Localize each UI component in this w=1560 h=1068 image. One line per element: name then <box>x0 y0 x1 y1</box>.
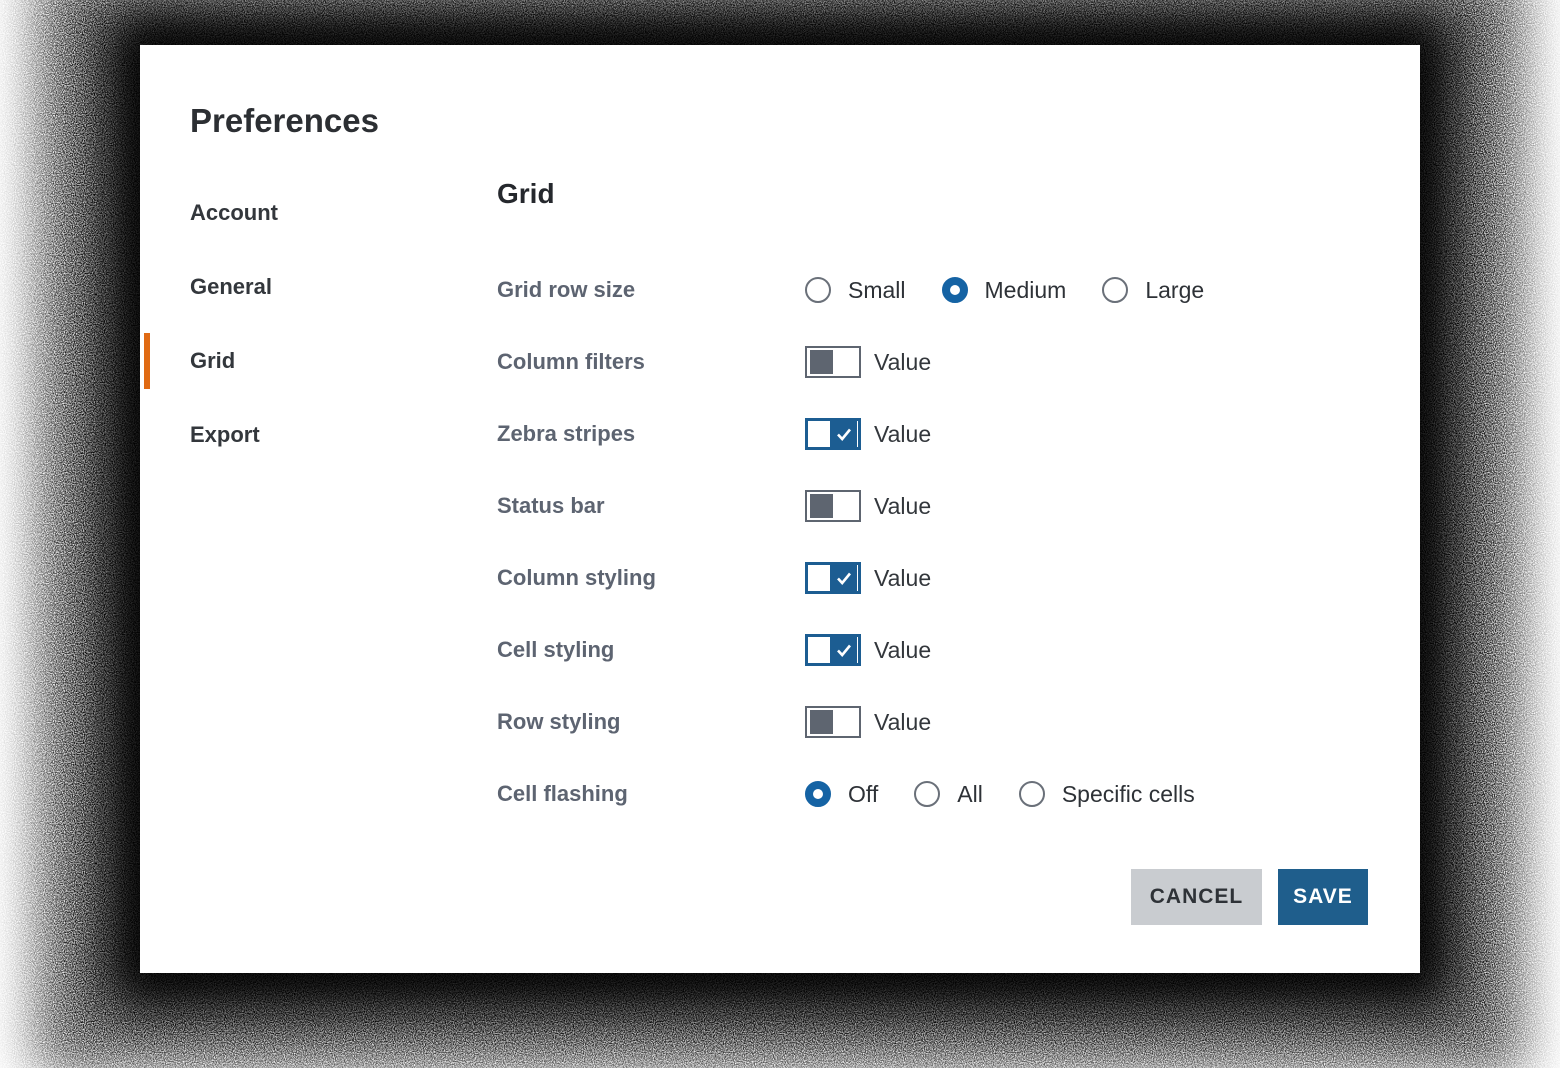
setting-label: Cell styling <box>497 637 805 663</box>
checkmark-icon <box>830 421 857 447</box>
setting-row-status-bar: Status bar Value <box>497 470 1397 542</box>
setting-label: Status bar <box>497 493 805 519</box>
radio-option-label: Medium <box>985 277 1067 304</box>
column-styling-toggle-on[interactable] <box>805 562 861 594</box>
toggle-knob <box>810 494 833 518</box>
setting-label: Grid row size <box>497 277 805 303</box>
dialog-title: Preferences <box>190 99 379 143</box>
toggle-value-label[interactable]: Value <box>874 565 931 592</box>
radio-option-label: Off <box>848 781 878 808</box>
radio-option-small[interactable]: Small <box>805 277 906 304</box>
zebra-stripes-toggle-on[interactable] <box>805 418 861 450</box>
toggle-knob <box>810 350 833 374</box>
radio-icon[interactable] <box>1019 781 1045 807</box>
toggle-value-label[interactable]: Value <box>874 709 931 736</box>
setting-row-column-styling: Column styling Value <box>497 542 1397 614</box>
toggle-value-label[interactable]: Value <box>874 349 931 376</box>
radio-option-large[interactable]: Large <box>1102 277 1204 304</box>
preferences-dialog: Preferences Account General Grid Export … <box>140 45 1420 973</box>
save-button[interactable]: SAVE <box>1278 869 1368 925</box>
setting-label: Zebra stripes <box>497 421 805 447</box>
sidebar-item-general[interactable]: General <box>140 250 450 324</box>
setting-label: Row styling <box>497 709 805 735</box>
radio-option-specific-cells[interactable]: Specific cells <box>1019 781 1195 808</box>
setting-label: Column styling <box>497 565 805 591</box>
setting-row-column-filters: Column filters Value <box>497 326 1397 398</box>
radio-option-label: All <box>957 781 983 808</box>
dialog-footer: CANCEL SAVE <box>1131 869 1368 925</box>
radio-selected-icon[interactable] <box>805 781 831 807</box>
sidebar: Account General Grid Export <box>140 176 450 472</box>
radio-icon[interactable] <box>1102 277 1128 303</box>
checkmark-icon <box>830 565 857 591</box>
sidebar-item-label: Grid <box>190 348 235 374</box>
cell-styling-toggle-on[interactable] <box>805 634 861 666</box>
toggle-value-label[interactable]: Value <box>874 493 931 520</box>
radio-icon[interactable] <box>914 781 940 807</box>
settings-rows: Grid row size Small Medium Large <box>497 254 1397 830</box>
radio-option-off[interactable]: Off <box>805 781 878 808</box>
sidebar-item-label: General <box>190 274 272 300</box>
sidebar-item-label: Export <box>190 422 260 448</box>
setting-row-grid-row-size: Grid row size Small Medium Large <box>497 254 1397 326</box>
row-styling-toggle-off[interactable] <box>805 706 861 738</box>
radio-option-label: Small <box>848 277 906 304</box>
toggle-value-label[interactable]: Value <box>874 637 931 664</box>
sidebar-item-export[interactable]: Export <box>140 398 450 472</box>
grid-row-size-radio-group: Small Medium Large <box>805 277 1240 304</box>
column-filters-toggle-off[interactable] <box>805 346 861 378</box>
radio-icon[interactable] <box>805 277 831 303</box>
cell-flashing-radio-group: Off All Specific cells <box>805 781 1231 808</box>
sidebar-item-grid[interactable]: Grid <box>140 324 450 398</box>
toggle-value-label[interactable]: Value <box>874 421 931 448</box>
sidebar-item-account[interactable]: Account <box>140 176 450 250</box>
sidebar-item-label: Account <box>190 200 278 226</box>
toggle-knob <box>810 710 833 734</box>
setting-row-cell-styling: Cell styling Value <box>497 614 1397 686</box>
radio-selected-icon[interactable] <box>942 277 968 303</box>
radio-option-label: Large <box>1145 277 1204 304</box>
radio-option-medium[interactable]: Medium <box>942 277 1067 304</box>
radio-option-all[interactable]: All <box>914 781 983 808</box>
active-indicator <box>144 333 150 389</box>
setting-row-row-styling: Row styling Value <box>497 686 1397 758</box>
radio-option-label: Specific cells <box>1062 781 1195 808</box>
setting-label: Column filters <box>497 349 805 375</box>
status-bar-toggle-off[interactable] <box>805 490 861 522</box>
cancel-button[interactable]: CANCEL <box>1131 869 1262 925</box>
checkmark-icon <box>830 637 857 663</box>
setting-label: Cell flashing <box>497 781 805 807</box>
setting-row-zebra-stripes: Zebra stripes Value <box>497 398 1397 470</box>
panel-heading: Grid <box>497 178 555 210</box>
setting-row-cell-flashing: Cell flashing Off All Specific cells <box>497 758 1397 830</box>
